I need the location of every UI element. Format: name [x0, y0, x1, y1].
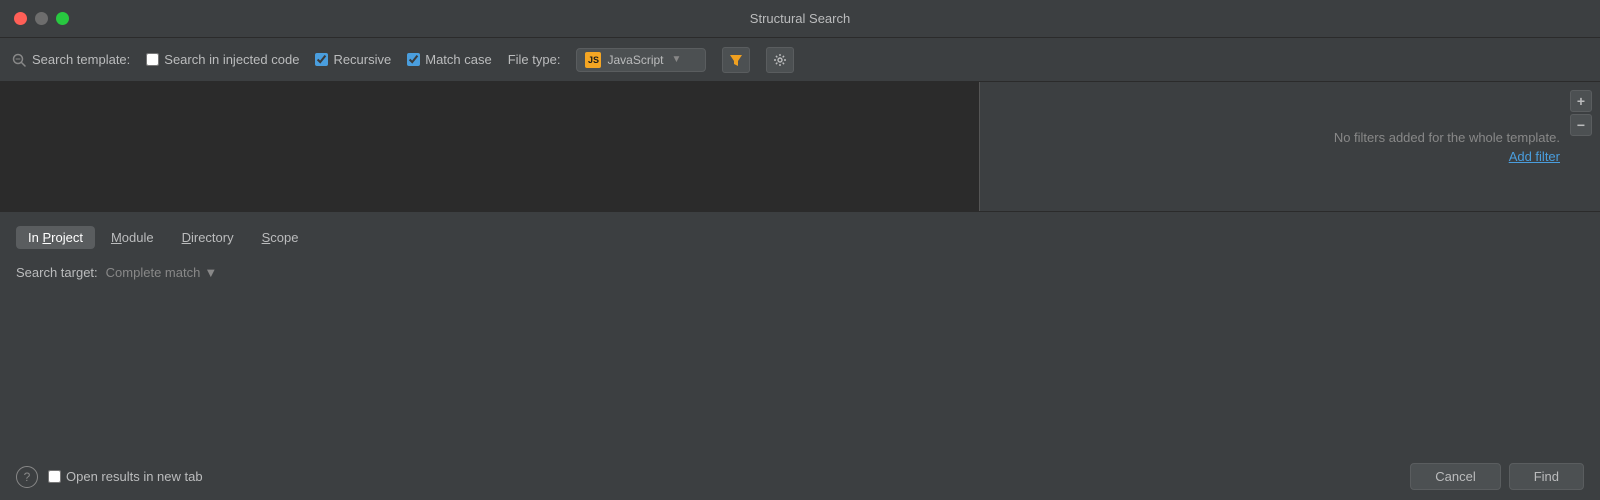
scope-tabs: In Project Module Directory Scope — [0, 212, 1600, 259]
cancel-button[interactable]: Cancel — [1410, 463, 1500, 490]
bottom-row: ? Open results in new tab Cancel Find — [0, 453, 1600, 500]
filter-icon-button[interactable] — [722, 47, 750, 73]
add-filter-link[interactable]: Add filter — [1509, 149, 1560, 164]
remove-filter-button[interactable]: − — [1570, 114, 1592, 136]
window-title: Structural Search — [750, 11, 850, 26]
search-target-label: Search target: — [16, 265, 98, 280]
maximize-button[interactable] — [56, 12, 69, 25]
search-injected-label: Search in injected code — [164, 52, 299, 67]
tab-in-project[interactable]: In Project — [16, 226, 95, 249]
file-type-dropdown-arrow: ▼ — [672, 54, 682, 65]
search-target-row: Search target: Complete match ▼ — [0, 259, 1600, 286]
search-injected-checkbox[interactable] — [146, 53, 159, 66]
match-case-checkbox-wrap[interactable]: Match case — [407, 52, 491, 67]
open-results-checkbox[interactable] — [48, 470, 61, 483]
tab-directory[interactable]: Directory — [170, 226, 246, 249]
file-type-dropdown[interactable]: JS JavaScript ▼ — [576, 48, 706, 72]
settings-icon-button[interactable] — [766, 47, 794, 73]
filter-panel: No filters added for the whole template.… — [980, 82, 1600, 211]
tab-scope[interactable]: Scope — [250, 226, 311, 249]
search-icon — [12, 53, 26, 67]
recursive-label: Recursive — [333, 52, 391, 67]
complete-match-dropdown[interactable]: Complete match ▼ — [106, 265, 218, 280]
add-filter-button[interactable]: + — [1570, 90, 1592, 112]
match-case-checkbox[interactable] — [407, 53, 420, 66]
main-content: No filters added for the whole template.… — [0, 82, 1600, 500]
no-filters-text: No filters added for the whole template. — [1334, 130, 1560, 145]
module-underline: M — [111, 230, 122, 245]
complete-match-value: Complete match — [106, 265, 201, 280]
complete-match-arrow: ▼ — [204, 265, 217, 280]
minimize-button[interactable] — [35, 12, 48, 25]
help-button[interactable]: ? — [16, 466, 38, 488]
open-results-label: Open results in new tab — [66, 469, 203, 484]
title-bar-controls — [14, 12, 69, 25]
js-file-icon: JS — [585, 52, 601, 68]
file-type-label: File type: — [508, 52, 561, 67]
search-template-label: Search template: — [32, 52, 130, 67]
editor-area: No filters added for the whole template.… — [0, 82, 1600, 212]
search-injected-checkbox-wrap[interactable]: Search in injected code — [146, 52, 299, 67]
match-case-label: Match case — [425, 52, 491, 67]
title-bar: Structural Search — [0, 0, 1600, 38]
file-type-value: JavaScript — [607, 53, 663, 67]
recursive-checkbox-wrap[interactable]: Recursive — [315, 52, 391, 67]
in-project-underline: P — [42, 230, 51, 245]
side-buttons: + − — [1570, 90, 1592, 136]
code-editor[interactable] — [0, 82, 980, 211]
open-results-wrap: Open results in new tab — [48, 469, 1400, 484]
close-button[interactable] — [14, 12, 27, 25]
directory-underline: D — [182, 230, 191, 245]
toolbar: Search template: Search in injected code… — [0, 38, 1600, 82]
open-results-checkbox-wrap[interactable]: Open results in new tab — [48, 469, 203, 484]
window: Structural Search Search template: Searc… — [0, 0, 1600, 500]
recursive-checkbox[interactable] — [315, 53, 328, 66]
tab-module[interactable]: Module — [99, 226, 166, 249]
search-template-section: Search template: — [12, 52, 130, 67]
dialog-buttons: Cancel Find — [1410, 463, 1584, 490]
scope-underline: S — [262, 230, 271, 245]
find-button[interactable]: Find — [1509, 463, 1584, 490]
